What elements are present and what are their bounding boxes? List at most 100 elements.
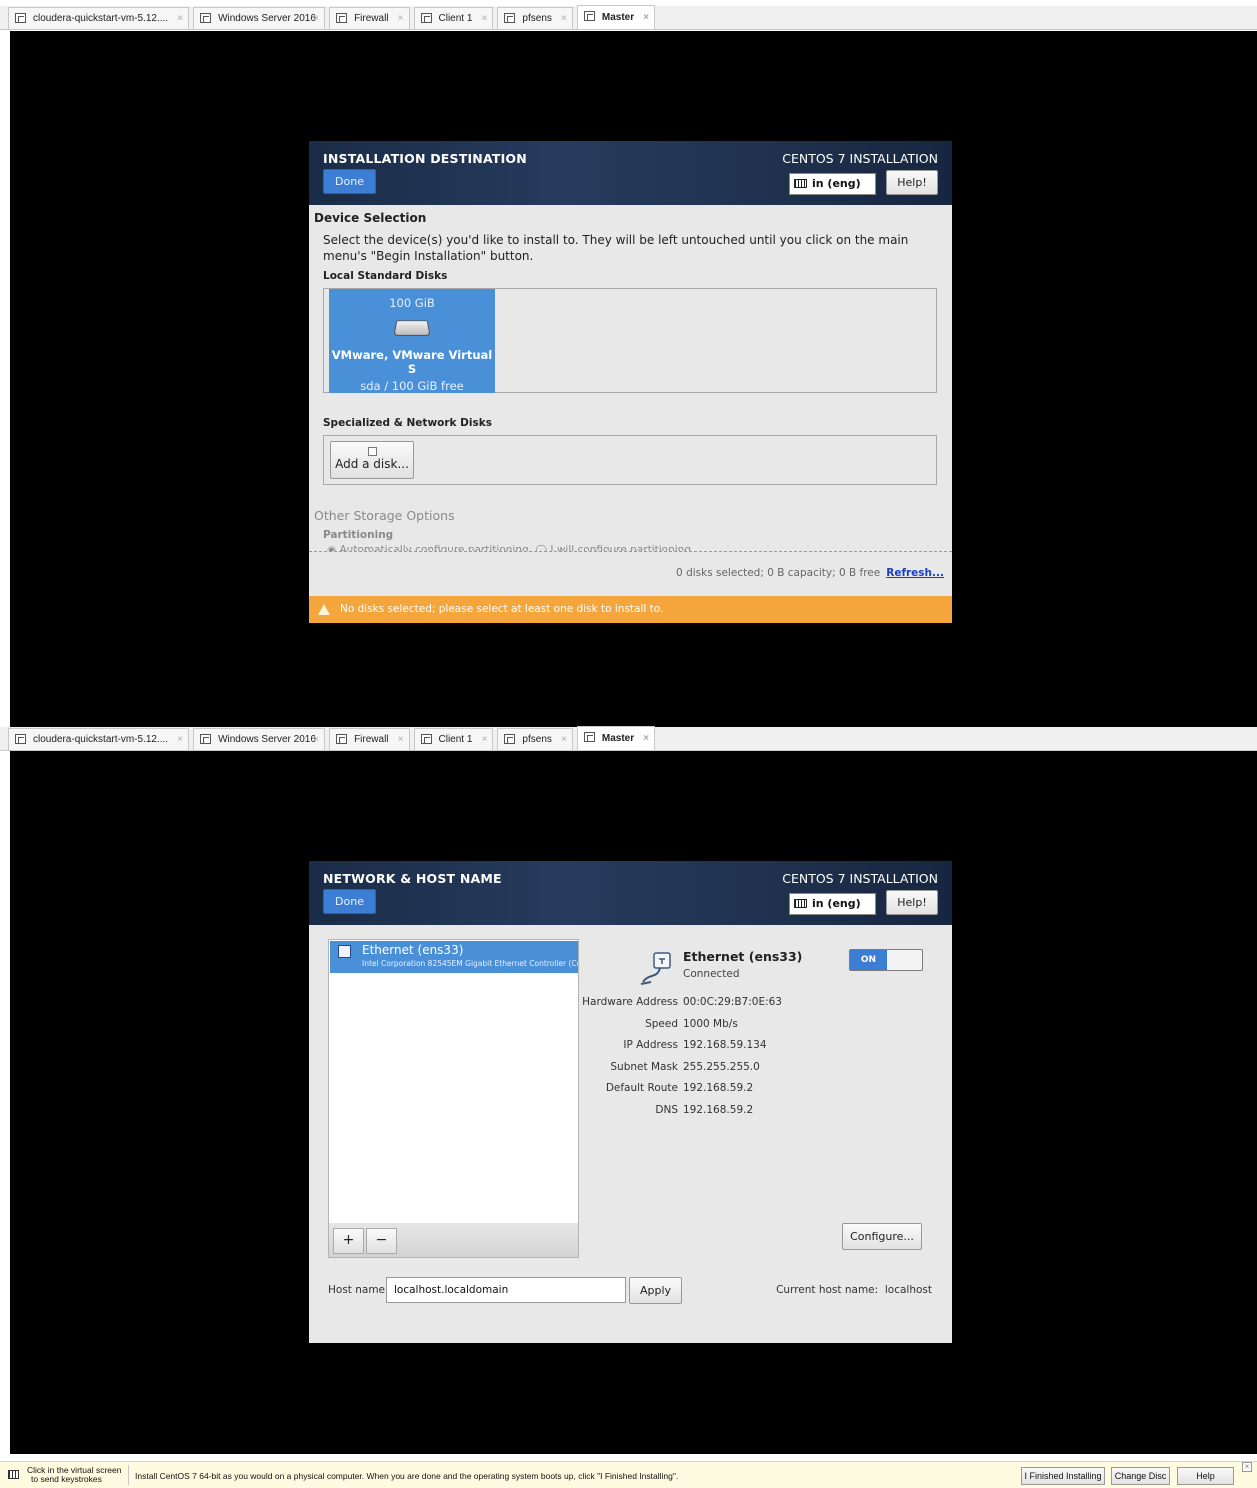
click-hint-line: to send keystrokes: [31, 1474, 102, 1484]
close-icon[interactable]: ×: [482, 8, 488, 29]
close-icon[interactable]: ×: [313, 8, 319, 29]
close-icon[interactable]: ×: [177, 8, 183, 29]
vm-icon: [15, 734, 26, 744]
keyboard-layout-indicator[interactable]: in (eng): [789, 893, 876, 915]
list-item-subtitle: Intel Corporation 82545EM Gigabit Ethern…: [362, 959, 578, 968]
configure-button[interactable]: Configure...: [842, 1223, 922, 1250]
tab-client-1[interactable]: Client 1 ×: [413, 7, 494, 29]
warning-text: No disks selected; please select at leas…: [340, 603, 664, 615]
warning-bar[interactable]: No disks selected; please select at leas…: [309, 596, 952, 623]
close-icon[interactable]: ×: [561, 8, 567, 29]
vm-icon: [504, 13, 516, 23]
vm-icon: [336, 734, 348, 744]
close-icon[interactable]: ×: [177, 729, 183, 750]
tab-label: Master: [601, 12, 635, 23]
other-storage-title: Other Storage Options: [314, 508, 455, 523]
close-icon[interactable]: ×: [561, 729, 567, 750]
vm-icon: [420, 734, 432, 744]
refresh-link[interactable]: Refresh...: [886, 567, 944, 579]
vm-running-icon: [583, 732, 595, 742]
close-icon[interactable]: ×: [643, 6, 649, 29]
tab-client-1[interactable]: Client 1 ×: [413, 728, 494, 750]
close-icon[interactable]: ×: [313, 729, 319, 750]
disk-size: 100 GiB: [389, 296, 435, 310]
disk-sda[interactable]: 100 GiB VMware, VMware Virtual S sda / 1…: [329, 289, 495, 393]
keyboard-layout-indicator[interactable]: in (eng): [789, 173, 876, 195]
local-disks-title: Local Standard Disks: [323, 270, 448, 282]
speed-value: 1000 Mb/s: [683, 1018, 738, 1030]
host-name-label: Host name:: [328, 1284, 389, 1296]
tab-firewall[interactable]: Firewall ×: [329, 7, 410, 29]
tab-windows-server[interactable]: Windows Server 2016 ×: [193, 728, 326, 750]
tab-label: Windows Server 2016: [218, 13, 316, 24]
dialog-header: INSTALLATION DESTINATION CENTOS 7 INSTAL…: [309, 141, 952, 205]
tab-cloudera[interactable]: cloudera-quickstart-vm-5.12.... ×: [8, 728, 190, 750]
desktop: cloudera-quickstart-vm-5.12.... × Windows…: [0, 0, 1257, 1488]
device-toggle-switch[interactable]: ON: [849, 949, 923, 971]
help-button[interactable]: Help!: [886, 170, 938, 195]
ip-address-label: IP Address: [623, 1039, 678, 1051]
tab-cloudera[interactable]: cloudera-quickstart-vm-5.12.... ×: [8, 7, 190, 29]
product-title: CENTOS 7 INSTALLATION: [782, 871, 938, 886]
tab-pfsens[interactable]: pfsens ×: [497, 728, 573, 750]
page-title: INSTALLATION DESTINATION: [323, 151, 527, 166]
ip-address-value: 192.168.59.134: [683, 1039, 767, 1051]
expander-divider: [309, 551, 952, 552]
tab-windows-server[interactable]: Windows Server 2016 ×: [193, 7, 326, 29]
tab-label: Client 1: [438, 13, 473, 24]
vm-tab-bar: cloudera-quickstart-vm-5.12.... × Windows…: [0, 5, 1257, 30]
remove-device-button[interactable]: −: [366, 1228, 397, 1254]
tab-firewall[interactable]: Firewall ×: [329, 728, 410, 750]
tab-label: Firewall: [354, 13, 389, 24]
done-button[interactable]: Done: [323, 169, 376, 194]
add-device-button[interactable]: +: [333, 1228, 364, 1254]
disk-name: VMware, VMware Virtual S: [331, 348, 493, 376]
click-hint: Click in the virtual screen to send keys…: [27, 1466, 121, 1484]
list-item[interactable]: Ethernet (ens33) Intel Corporation 82545…: [330, 941, 578, 973]
done-button[interactable]: Done: [323, 889, 376, 914]
disk-detail: sda / 100 GiB free: [360, 379, 464, 393]
close-icon[interactable]: ×: [1242, 1462, 1252, 1472]
subnet-mask-label: Subnet Mask: [610, 1061, 678, 1073]
partitioning-options[interactable]: ◉ Automatically configure partitioning. …: [327, 544, 694, 551]
close-icon[interactable]: ×: [643, 727, 649, 750]
current-host-value: localhost: [884, 1284, 932, 1296]
keyboard-layout-label: in (eng): [812, 177, 861, 190]
close-icon[interactable]: ×: [398, 8, 404, 29]
finished-installing-button[interactable]: I Finished Installing: [1021, 1467, 1105, 1485]
ethernet-cable-icon: [640, 952, 671, 985]
network-list-toolbar: + −: [328, 1223, 579, 1258]
device-selection-title: Device Selection: [314, 211, 427, 225]
installation-destination-dialog: INSTALLATION DESTINATION CENTOS 7 INSTAL…: [309, 141, 952, 623]
default-route-label: Default Route: [605, 1082, 678, 1094]
tab-pfsens[interactable]: pfsens ×: [497, 7, 573, 29]
tab-label: Windows Server 2016: [218, 734, 316, 745]
keyboard-layout-label: in (eng): [812, 897, 861, 910]
specialized-disks-title: Specialized & Network Disks: [323, 417, 492, 429]
change-disc-button[interactable]: Change Disc: [1111, 1467, 1170, 1485]
close-icon[interactable]: ×: [482, 729, 488, 750]
vm-icon: [15, 13, 26, 23]
default-route-value: 192.168.59.2: [683, 1082, 754, 1094]
specialized-disks-area: Add a disk...: [323, 435, 937, 485]
selection-summary: 0 disks selected; 0 B capacity; 0 B free…: [676, 567, 944, 579]
host-name-input[interactable]: [386, 1277, 626, 1303]
network-host-dialog: NETWORK & HOST NAME CENTOS 7 INSTALLATIO…: [309, 861, 952, 1343]
install-instruction: Install CentOS 7 64-bit as you would on …: [135, 1471, 679, 1481]
vm-icon: [200, 734, 212, 744]
tab-label: Client 1: [438, 734, 473, 745]
apply-button[interactable]: Apply: [629, 1277, 682, 1304]
hardware-address-value: 00:0C:29:B7:0E:63: [683, 996, 782, 1008]
help-button[interactable]: Help!: [886, 890, 938, 915]
add-disk-button[interactable]: Add a disk...: [330, 441, 414, 479]
summary-text: 0 disks selected; 0 B capacity; 0 B free: [676, 567, 881, 579]
dialog-header: NETWORK & HOST NAME CENTOS 7 INSTALLATIO…: [309, 861, 952, 925]
keyboard-icon: [8, 1470, 19, 1479]
close-icon[interactable]: ×: [398, 729, 404, 750]
product-title: CENTOS 7 INSTALLATION: [782, 151, 938, 166]
tab-master[interactable]: Master ×: [576, 5, 656, 29]
help-button[interactable]: Help: [1177, 1467, 1234, 1485]
tab-master[interactable]: Master ×: [576, 726, 656, 750]
device-title: Ethernet (ens33): [683, 949, 803, 964]
current-host-name: Current host name: localhost: [776, 1284, 932, 1296]
